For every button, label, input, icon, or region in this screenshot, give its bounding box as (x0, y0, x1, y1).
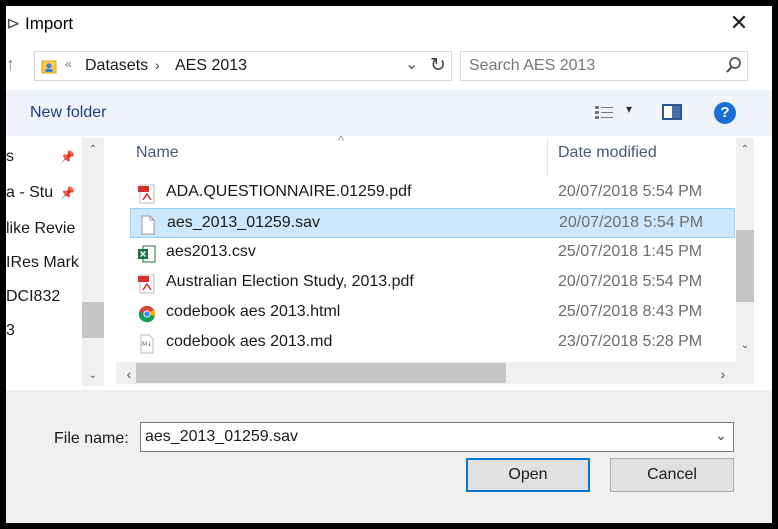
help-icon[interactable]: ? (714, 102, 736, 124)
vertical-scroll-thumb[interactable] (736, 230, 754, 302)
preview-pane-icon[interactable] (662, 104, 682, 120)
view-options-icon[interactable] (594, 104, 614, 122)
search-input[interactable]: Search AES 2013 (460, 51, 748, 81)
file-row-selected[interactable]: aes_2013_01259.sav 20/07/2018 5:54 PM (130, 208, 735, 238)
file-date: 20/07/2018 5:54 PM (558, 273, 703, 290)
search-icon[interactable] (725, 56, 743, 76)
view-dropdown-icon[interactable]: ▾ (626, 102, 632, 116)
file-name: codebook aes 2013.html (166, 303, 341, 320)
new-folder-button[interactable]: New folder (30, 104, 106, 122)
pin-icon: 📌 (60, 150, 75, 164)
file-row[interactable]: ADA.QUESTIONNAIRE.01259.pdf 20/07/2018 5… (130, 178, 735, 208)
file-date: 20/07/2018 5:54 PM (558, 183, 703, 200)
file-name: Australian Election Study, 2013.pdf (166, 273, 414, 290)
sidebar-item[interactable]: 3 (6, 322, 15, 340)
file-name: aes2013.csv (166, 243, 256, 260)
column-header-date-modified[interactable]: Date modified (558, 144, 657, 162)
column-divider[interactable] (547, 138, 548, 176)
file-row[interactable]: M↓ codebook aes 2013.md 23/07/2018 5:28 … (130, 328, 735, 358)
close-icon[interactable]: ✕ (724, 8, 754, 38)
sidebar-item[interactable]: like Revie (6, 220, 75, 238)
breadcrumb-datasets[interactable]: Datasets (85, 57, 148, 75)
cancel-button[interactable]: Cancel (610, 458, 734, 492)
file-icon (141, 215, 155, 235)
file-name-value: aes_2013_01259.sav (145, 428, 299, 445)
file-date: 23/07/2018 5:28 PM (558, 333, 703, 350)
breadcrumb-aes-2013[interactable]: AES 2013 (175, 57, 247, 75)
address-overflow[interactable]: « (65, 57, 72, 71)
scroll-down-icon[interactable]: ⌄ (82, 370, 104, 381)
sidebar-item[interactable]: DCI832 (6, 288, 60, 306)
horizontal-scroll-thumb[interactable] (136, 363, 506, 383)
sidebar-item[interactable]: s (6, 148, 14, 166)
window-title: ⊳ Import (6, 14, 74, 33)
open-button[interactable]: Open (466, 458, 590, 492)
file-row[interactable]: aes2013.csv 25/07/2018 1:45 PM (130, 238, 735, 268)
scroll-up-icon[interactable]: ⌃ (734, 144, 756, 155)
scroll-right-icon[interactable]: › (712, 366, 734, 382)
file-name: aes_2013_01259.sav (167, 214, 321, 231)
sidebar-item[interactable]: a - Stu (6, 184, 53, 202)
column-header-name[interactable]: Name (136, 144, 179, 162)
svg-text:M↓: M↓ (142, 341, 152, 348)
sidebar-scroll-thumb[interactable] (82, 302, 104, 338)
breadcrumb-separator-icon: › (155, 57, 160, 73)
file-date: 25/07/2018 8:43 PM (558, 303, 703, 320)
file-name-label: File name: (54, 430, 129, 447)
navigation-pane: s 📌 a - Stu 📌 like Revie IRes Mark DCI83… (6, 138, 104, 386)
footer-panel: File name: aes_2013_01259.sav ⌄ Open Can… (6, 390, 772, 523)
scroll-down-icon[interactable]: ⌄ (734, 340, 756, 351)
markdown-icon: M↓ (140, 334, 154, 354)
file-name: codebook aes 2013.md (166, 333, 333, 350)
file-date: 25/07/2018 1:45 PM (558, 243, 703, 260)
chrome-icon (138, 305, 156, 323)
sidebar-scrollbar[interactable] (82, 138, 104, 386)
refresh-icon[interactable]: ↻ (424, 51, 452, 81)
sidebar-item[interactable]: IRes Mark (6, 254, 79, 272)
excel-icon (138, 245, 156, 263)
file-row[interactable]: Australian Election Study, 2013.pdf 20/0… (130, 268, 735, 298)
file-list: ^ Name Date modified ADA.QUESTIONNAIRE.0… (130, 133, 736, 362)
chevron-down-icon[interactable]: ⌄ (405, 54, 418, 74)
scroll-up-icon[interactable]: ⌃ (82, 144, 104, 155)
address-bar[interactable]: « Datasets › AES 2013 ⌄ (34, 51, 452, 81)
file-name: ADA.QUESTIONNAIRE.01259.pdf (166, 183, 412, 200)
pdf-icon (138, 184, 155, 204)
folder-user-icon (41, 60, 57, 74)
up-arrow-icon[interactable]: ↑ (6, 54, 15, 75)
pin-icon: 📌 (60, 186, 75, 200)
chevron-down-icon[interactable]: ⌄ (715, 427, 727, 444)
search-placeholder: Search AES 2013 (469, 57, 596, 74)
file-name-field[interactable]: aes_2013_01259.sav ⌄ (140, 422, 734, 452)
file-row[interactable]: codebook aes 2013.html 25/07/2018 8:43 P… (130, 298, 735, 328)
file-date: 20/07/2018 5:54 PM (559, 214, 704, 231)
import-dialog: ⊳ Import ✕ ↑ « Datasets › AES 2013 ⌄ ↻ S… (6, 6, 772, 523)
pdf-icon (138, 274, 155, 294)
sort-caret-icon: ^ (338, 133, 345, 148)
toolbar: New folder ▾ ? (6, 90, 772, 136)
